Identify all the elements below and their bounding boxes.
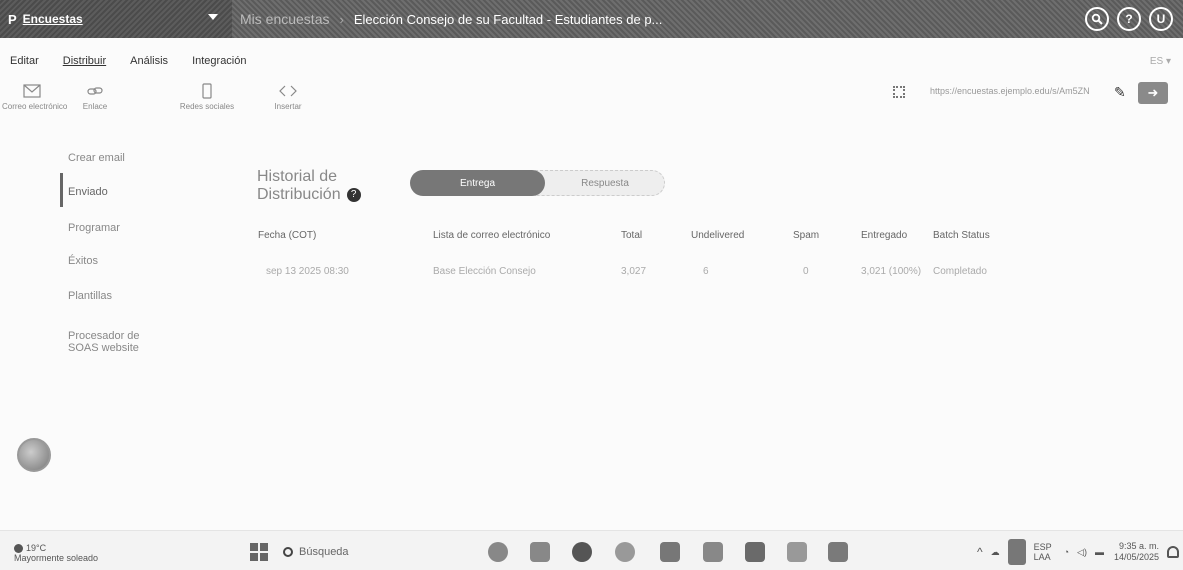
menu-analisis[interactable]: Análisis — [130, 55, 168, 75]
clock-time: 9:35 a. m. — [1118, 541, 1159, 551]
weather-temp: 19°C — [26, 543, 47, 553]
search-icon — [283, 547, 293, 557]
cell-list[interactable]: Base Elección Consejo — [433, 266, 536, 277]
weather-desc: Mayormente soleado — [14, 553, 99, 564]
input-language[interactable]: ESP LAA — [1034, 542, 1052, 562]
clock-date: 14/05/2025 — [1113, 552, 1159, 562]
sidebar-item-plantillas[interactable]: Plantillas — [68, 290, 112, 302]
sidebar-item-programar[interactable]: Programar — [68, 222, 120, 234]
taskbar-search-label: Búsqueda — [299, 546, 349, 558]
top-icons: ? U — [1085, 7, 1173, 31]
cell-total: 3,027 — [621, 266, 647, 277]
page-title-line2: Distribución — [257, 186, 341, 203]
tool-link-label: Enlace — [82, 102, 108, 111]
tool-embed[interactable]: Insertar — [258, 80, 318, 111]
menu-distribuir[interactable]: Distribuir — [63, 55, 106, 75]
chrome-app-icon[interactable] — [615, 542, 635, 562]
menu-bar: Editar Distribuir Análisis Integración — [0, 55, 261, 75]
breadcrumb: Mis encuestas › Elección Consejo de su F… — [240, 0, 662, 38]
column-header[interactable]: Batch Status — [933, 230, 990, 241]
tool-social[interactable]: Redes sociales — [177, 80, 237, 111]
toggle-entrega[interactable]: Entrega — [410, 170, 545, 196]
input-language-code: ESP — [1033, 542, 1052, 552]
column-header[interactable]: Total — [621, 230, 642, 241]
chevron-up-icon[interactable]: ^ — [977, 545, 983, 559]
cell-delivered: 3,021 (100%) — [861, 266, 922, 277]
wifi-icon[interactable]: ◔ — [1064, 547, 1069, 557]
input-language-layout: LAA — [1033, 552, 1051, 562]
column-header[interactable]: Undelivered — [691, 230, 744, 241]
column-header[interactable]: Lista de correo electrónico — [433, 230, 550, 241]
tool-email[interactable]: Correo electrónico — [2, 80, 68, 111]
edge-app-icon[interactable] — [488, 542, 508, 562]
envelope-icon — [23, 84, 41, 98]
page-title: Historial de Distribución? — [257, 168, 361, 204]
sidebar-item-crear-email[interactable]: Crear email — [68, 152, 125, 164]
sidebar-brand — [4, 438, 64, 488]
sun-icon — [14, 544, 23, 554]
store-app-icon[interactable] — [530, 542, 550, 562]
weather-widget[interactable]: 19°C Mayormente soleado — [14, 543, 98, 563]
cell-undelivered: 6 — [703, 266, 709, 277]
search-icon[interactable] — [1085, 7, 1109, 31]
breadcrumb-current: Elección Consejo de su Facultad - Estudi… — [353, 11, 663, 27]
notification-icon[interactable] — [1167, 546, 1179, 558]
survey-link[interactable]: https://encuestas.ejemplo.edu/s/Am5ZN — [930, 86, 1105, 96]
app-selector[interactable]: P Encuestas — [0, 0, 232, 38]
app-name: Encuestas — [22, 12, 83, 26]
system-tray: ^ ☁ ESP LAA ◔ ◁) ▬ 9:35 a. m. 14/05/2025 — [969, 537, 1183, 567]
share-icon — [202, 83, 212, 99]
menu-editar[interactable]: Editar — [10, 55, 39, 75]
column-header[interactable]: Entregado — [861, 230, 907, 241]
outlook-app-icon[interactable] — [787, 542, 807, 562]
menu-integracion[interactable]: Integración — [192, 55, 246, 75]
sidebar-item-procesador[interactable]: Procesador de SOAS website — [68, 330, 148, 354]
clock[interactable]: 9:35 a. m. 14/05/2025 — [1114, 541, 1159, 563]
battery-icon[interactable]: ▬ — [1095, 547, 1104, 557]
sidebar-active-indicator — [60, 173, 63, 207]
page-title-line1: Historial de — [257, 168, 338, 185]
breadcrumb-separator: › — [339, 11, 344, 27]
column-header[interactable]: Fecha (COT) — [258, 230, 316, 241]
arrow-right-icon[interactable]: ➜ — [1138, 82, 1168, 104]
cell-status: Completado — [933, 266, 987, 277]
cell-spam: 0 — [803, 266, 809, 277]
chevron-down-icon[interactable] — [208, 14, 218, 20]
chatgpt-app-icon[interactable] — [572, 542, 592, 562]
powerpoint-app-icon[interactable] — [745, 542, 765, 562]
pencil-icon[interactable]: ✎ — [1114, 84, 1126, 101]
taskbar: 19°C Mayormente soleado Búsqueda ^ ☁ ESP… — [0, 530, 1183, 570]
tool-email-label: Correo electrónico — [2, 102, 68, 111]
qr-code-icon[interactable] — [893, 86, 905, 98]
excel-app-icon[interactable] — [703, 542, 723, 562]
tool-link[interactable]: Enlace — [65, 80, 125, 111]
user-icon[interactable]: U — [1149, 7, 1173, 31]
cell-date: sep 13 2025 08:30 — [266, 266, 349, 277]
windows-start-icon[interactable] — [250, 543, 268, 561]
top-bar: P Encuestas Mis encuestas › Elección Con… — [0, 0, 1183, 38]
tool-embed-label: Insertar — [274, 102, 302, 111]
word-app-icon[interactable] — [660, 542, 680, 562]
language-selector[interactable]: ES ▾ — [1150, 56, 1171, 67]
sidebar-item-exitos[interactable]: Éxitos — [68, 255, 98, 267]
help-icon[interactable]: ? — [346, 187, 361, 202]
taskbar-search[interactable]: Búsqueda — [283, 540, 473, 564]
sidebar-item-enviado[interactable]: Enviado — [68, 186, 108, 198]
view-toggle: Entrega Respuesta — [410, 170, 665, 196]
tool-social-label: Redes sociales — [179, 102, 235, 111]
link-icon — [87, 87, 103, 95]
volume-icon[interactable]: ◁) — [1077, 547, 1087, 558]
cloud-icon[interactable]: ☁ — [991, 547, 1000, 558]
breadcrumb-root[interactable]: Mis encuestas — [240, 11, 329, 27]
brand-logo — [17, 438, 51, 472]
help-icon[interactable]: ? — [1117, 7, 1141, 31]
microphone-icon[interactable] — [1007, 539, 1026, 565]
column-header[interactable]: Spam — [793, 230, 819, 241]
toggle-respuesta[interactable]: Respuesta — [535, 170, 665, 196]
embed-icon — [279, 85, 297, 97]
files-app-icon[interactable] — [828, 542, 848, 562]
app-logo: P — [8, 11, 17, 27]
